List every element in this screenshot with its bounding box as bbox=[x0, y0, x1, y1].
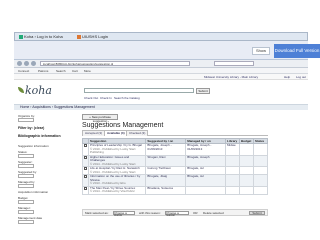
table-row: Higher Education: Issues and Challenges ©… bbox=[82, 154, 268, 167]
bulk-submit-button[interactable]: Submit bbox=[249, 211, 265, 215]
library-name: Midwest University Library - Main Librar… bbox=[204, 75, 259, 79]
menu-more[interactable]: More bbox=[84, 69, 91, 73]
menu-search[interactable]: Search bbox=[56, 69, 66, 73]
show-button[interactable]: Show bbox=[252, 47, 270, 55]
help-link[interactable]: Help bbox=[284, 75, 290, 79]
browser-toolbar: localhost:8080/cgi-bin/koha/suggestion/s… bbox=[14, 60, 308, 68]
page-title: Suggestions Management bbox=[82, 122, 164, 129]
reason-label: with this reason: bbox=[139, 211, 161, 215]
tab-check-in[interactable]: Check In bbox=[100, 96, 112, 100]
status-cell bbox=[253, 166, 268, 175]
budget-cell bbox=[239, 166, 254, 175]
breadcrumb: Home › Acquisitions › Suggestions Manage… bbox=[14, 104, 308, 110]
library-cell bbox=[225, 185, 241, 195]
row-checkbox[interactable] bbox=[84, 186, 87, 190]
budget-select[interactable] bbox=[18, 200, 34, 204]
status-cell bbox=[253, 174, 268, 187]
status-tabs: Accepted (3) Available (3) Checked (3) bbox=[82, 130, 268, 136]
logout-link[interactable]: Log out bbox=[296, 75, 306, 79]
row-checkbox[interactable] bbox=[84, 144, 87, 147]
tab-available[interactable]: Available (3) bbox=[104, 130, 128, 136]
promo-banner: Show Download Full Version bbox=[14, 41, 320, 60]
browser-tabbar: Koha › Log in to Koha UIUSHS Login bbox=[14, 32, 308, 41]
status-select[interactable] bbox=[18, 154, 34, 158]
suggestion-pub: © 2013 - Published by Elro bbox=[90, 181, 126, 185]
library-cell bbox=[225, 154, 241, 167]
page-favicon-icon bbox=[77, 34, 81, 39]
management-date-input[interactable] bbox=[18, 220, 34, 224]
budget-cell bbox=[239, 185, 254, 195]
bulk-action-bar: Mark selected as: Choose a status with t… bbox=[82, 209, 268, 217]
tab-check-out[interactable]: Check Out bbox=[84, 96, 98, 100]
budget-cell bbox=[239, 143, 254, 156]
status-cell bbox=[253, 185, 268, 195]
managed-by-cell: Bhogale, Joseph - 01/09/2013 bbox=[185, 143, 227, 156]
tab-search-catalog[interactable]: Search the Catalog bbox=[114, 96, 140, 100]
organize-select[interactable] bbox=[18, 118, 34, 122]
suggested-by-cell: Bhadana, Sutsema bbox=[145, 185, 187, 195]
sidebar-label-suggestion[interactable]: Suggestion information bbox=[18, 144, 49, 148]
address-bar[interactable]: localhost:8080/cgi-bin/koha/suggestion/s… bbox=[40, 61, 190, 66]
managed-by-cell: Bhogale, Joseph bbox=[185, 154, 227, 167]
managed-by-cell bbox=[185, 185, 227, 195]
suggested-by-cell: Bhogale, Jitaig bbox=[145, 174, 187, 187]
tab-accepted[interactable]: Accepted (3) bbox=[82, 130, 106, 136]
or-label: OR bbox=[193, 211, 198, 215]
budget-cell bbox=[239, 154, 254, 167]
sidebar-label-acquisition[interactable]: Acquisition information bbox=[18, 190, 48, 194]
menu-circulation[interactable]: Connect bbox=[18, 69, 29, 73]
browser-tab-2[interactable]: UIUSHS Login bbox=[77, 34, 108, 40]
table-row: The Man Peat / by Shree Sountex © 2014 - … bbox=[82, 185, 268, 195]
koha-leaf-icon bbox=[18, 87, 24, 93]
suggested-by-cell: Shugan, Ravi bbox=[145, 154, 187, 167]
status-cell bbox=[253, 154, 268, 167]
browser-tab[interactable]: Koha › Log in to Koha bbox=[19, 34, 63, 40]
managed-by-select[interactable] bbox=[18, 184, 34, 188]
suggestion-pub: © 2014 - Published by Vita Pubric bbox=[90, 189, 135, 193]
sidebar-filter-heading: Filter by: (clear) bbox=[18, 126, 45, 130]
koha-logo[interactable]: koha bbox=[18, 84, 52, 97]
delete-selected-label[interactable]: Delete selected bbox=[203, 210, 224, 216]
forward-icon[interactable] bbox=[24, 61, 29, 66]
menu-cart[interactable]: Cart bbox=[72, 69, 78, 73]
koha-topbar: Midwest University Library - Main Librar… bbox=[14, 74, 308, 80]
mark-label: Mark selected as: bbox=[85, 211, 109, 215]
sidebar-bibliographic[interactable]: Bibliographic information bbox=[18, 134, 61, 138]
suggested-by-select[interactable] bbox=[18, 174, 34, 178]
new-suggestion-button[interactable]: + New purchase suggestion bbox=[82, 114, 118, 123]
library-cell bbox=[225, 166, 241, 175]
reason-select[interactable]: Choose a reason bbox=[165, 211, 189, 217]
row-checkbox[interactable] bbox=[84, 175, 87, 178]
koha-favicon-icon bbox=[19, 34, 23, 39]
suggested-by-cell: Bhogale, Joseph - 01/09/2013 bbox=[145, 143, 187, 156]
catalog-search-input[interactable] bbox=[84, 88, 194, 93]
suggestion-pub: © 2010 - Published by Lucky Start Publis… bbox=[90, 146, 136, 154]
browser-search-input[interactable] bbox=[214, 61, 254, 66]
budget-cell bbox=[239, 174, 254, 187]
table-row: Principles of Leadership / by G. Bhogal ©… bbox=[82, 143, 268, 156]
suggester-select[interactable] bbox=[18, 164, 34, 168]
suggestions-table: Suggestion Suggested by / on Managed by … bbox=[82, 138, 268, 195]
row-checkbox[interactable] bbox=[84, 155, 87, 159]
menu-patrons[interactable]: Patrons bbox=[38, 69, 48, 73]
managed-by-cell: Bhogale, Jel bbox=[185, 174, 227, 187]
tab-checked[interactable]: Checked (3) bbox=[126, 130, 149, 136]
manager-select[interactable] bbox=[18, 210, 34, 214]
library-cell: Midwe bbox=[225, 143, 241, 156]
status-cell bbox=[253, 143, 268, 156]
catalog-submit-button[interactable]: Submit bbox=[196, 88, 210, 94]
back-icon[interactable] bbox=[17, 61, 22, 66]
status-select[interactable]: Choose a status bbox=[113, 211, 135, 217]
row-checkbox[interactable] bbox=[84, 167, 87, 170]
download-button[interactable]: Download Full Version bbox=[274, 44, 320, 58]
reload-icon[interactable] bbox=[31, 61, 36, 66]
table-row: Information on the use of libraries / by… bbox=[82, 174, 268, 187]
library-cell bbox=[225, 174, 241, 187]
